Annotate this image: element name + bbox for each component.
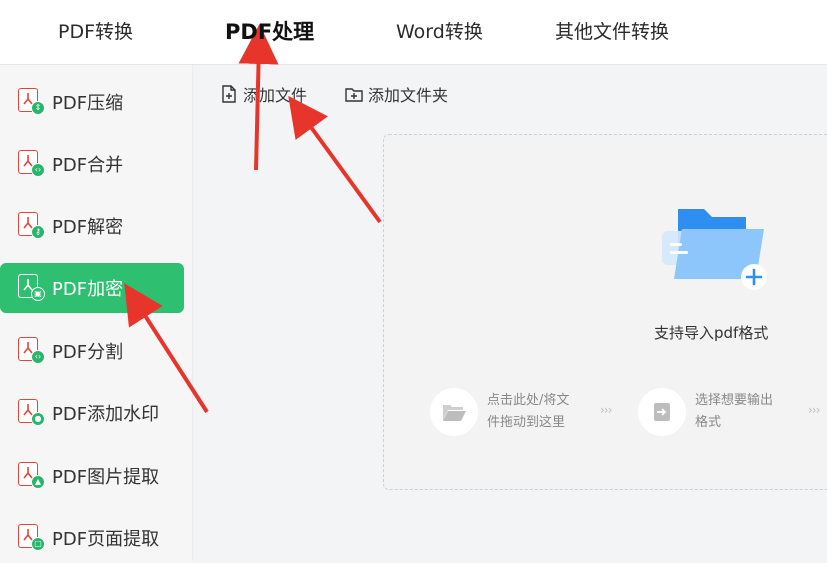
sidebar-item-pdf-decrypt[interactable]: ⚷ PDF解密 <box>0 201 184 251</box>
open-folder-icon <box>443 405 466 421</box>
sidebar-item-pdf-split[interactable]: ‹› PDF分割 <box>0 326 184 376</box>
step2-line2: 格式 <box>695 415 722 430</box>
step2-text: 选择想要输出 格式 <box>695 390 773 434</box>
annotation-arrow-add-file <box>288 95 382 224</box>
pdf-split-icon: ‹› <box>18 337 45 365</box>
sidebar-item-label: PDF合并 <box>52 155 124 176</box>
sidebar-item-label: PDF添加水印 <box>52 404 160 425</box>
pdf-compress-icon: ⇕ <box>18 88 45 116</box>
sidebar-item-label: PDF页面提取 <box>52 529 160 550</box>
chevron-right-icon: ››› <box>600 403 612 417</box>
add-file-label: 添加文件 <box>243 86 308 105</box>
dropzone-title: 支持导入pdf格式 <box>654 324 769 342</box>
export-icon <box>654 403 670 421</box>
tab-pdf-process-label: PDF处理 <box>225 20 315 44</box>
sidebar-item-pdf-page-extract[interactable]: ▢ PDF页面提取 <box>0 513 184 563</box>
step1-text: 点击此处/将文 件拖动到这里 <box>487 390 569 434</box>
step1-line1: 点击此处/将文 <box>487 393 570 408</box>
sidebar: ⇕ PDF压缩 ‹› PDF合并 ⚷ PDF解密 ▣ PDF加密 ‹› PDF分… <box>0 65 193 561</box>
pdf-watermark-icon: ● <box>18 399 45 427</box>
add-file-button[interactable]: 添加文件 <box>219 82 307 106</box>
add-folder-label: 添加文件夹 <box>368 86 449 105</box>
top-tab-bar: PDF转换 PDF处理 Word转换 其他文件转换 <box>0 0 827 65</box>
chevron-right-icon: ››› <box>808 403 820 417</box>
sidebar-item-label: PDF加密 <box>52 279 124 300</box>
sidebar-item-label: PDF解密 <box>52 217 124 238</box>
sidebar-item-pdf-watermark[interactable]: ● PDF添加水印 <box>0 388 184 438</box>
step2-line1: 选择想要输出 <box>695 393 774 408</box>
pdf-merge-icon: ‹› <box>18 150 45 178</box>
sidebar-item-pdf-encrypt[interactable]: ▣ PDF加密 <box>0 263 184 313</box>
sidebar-item-pdf-merge[interactable]: ‹› PDF合并 <box>0 139 184 189</box>
tab-other-convert[interactable]: 其他文件转换 <box>555 18 669 46</box>
folder-add-icon <box>662 209 767 290</box>
sidebar-item-label: PDF压缩 <box>52 93 124 114</box>
step1-line2: 件拖动到这里 <box>487 415 566 430</box>
tab-pdf-process[interactable]: PDF处理 <box>225 18 315 54</box>
add-file-icon <box>222 85 236 103</box>
pdf-encrypt-icon: ▣ <box>18 274 45 302</box>
pdf-page-extract-icon: ▢ <box>18 524 45 552</box>
add-folder-button[interactable]: 添加文件夹 <box>344 82 448 106</box>
sidebar-item-label: PDF分割 <box>52 342 124 363</box>
file-drop-zone[interactable]: 支持导入pdf格式 点击此处/将文 件拖动到这里 ››› 选择想要输出 格式 ›… <box>383 134 827 490</box>
sidebar-item-label: PDF图片提取 <box>52 467 160 488</box>
tab-word-convert[interactable]: Word转换 <box>396 18 483 46</box>
pdf-decrypt-icon: ⚷ <box>18 212 45 240</box>
add-folder-icon <box>345 88 363 102</box>
step-open-folder <box>430 388 478 436</box>
step-output-format <box>638 388 686 436</box>
tab-pdf-convert[interactable]: PDF转换 <box>58 18 133 46</box>
sidebar-item-pdf-compress[interactable]: ⇕ PDF压缩 <box>0 77 184 127</box>
sidebar-item-pdf-image-extract[interactable]: ▲ PDF图片提取 <box>0 451 184 501</box>
pdf-image-extract-icon: ▲ <box>18 462 45 490</box>
